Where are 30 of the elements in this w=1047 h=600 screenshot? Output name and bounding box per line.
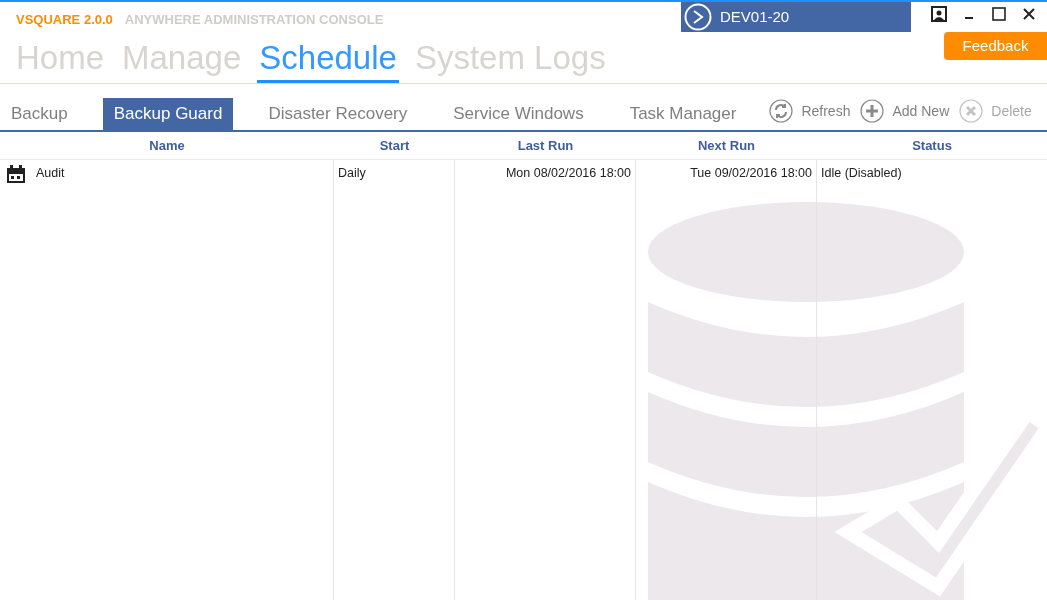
add-button[interactable]: Add New <box>860 99 950 123</box>
sub-tab[interactable]: Task Manager <box>618 98 748 130</box>
column-header[interactable]: Name <box>149 135 185 156</box>
app-brand: VSQUARE 2.0.0 <box>16 11 113 29</box>
maximize-icon[interactable] <box>991 6 1007 22</box>
column-header[interactable]: Last Run <box>517 135 574 156</box>
sub-tab[interactable]: Service Windows <box>442 98 595 130</box>
table-cell-text: Audit <box>36 165 65 182</box>
table-cell-text: Mon 08/02/2016 18:00 <box>505 165 631 182</box>
server-selector[interactable]: DEV01-20 <box>681 2 911 32</box>
nav-tab[interactable]: Schedule <box>257 36 399 83</box>
table-cell-text: Idle (Disabled) <box>821 165 902 182</box>
user-icon[interactable] <box>931 6 947 22</box>
feedback-button[interactable]: Feedback <box>944 32 1047 60</box>
sub-tab[interactable]: Backup <box>0 98 79 130</box>
refresh-icon <box>769 99 794 123</box>
column-header[interactable]: Start <box>379 135 410 156</box>
close-icon[interactable] <box>1021 6 1037 22</box>
chevron-circle-icon <box>684 3 712 31</box>
table-cell-text: Tue 09/02/2016 18:00 <box>690 165 812 182</box>
table-cell-text: Daily <box>338 165 366 182</box>
delete-icon <box>959 99 984 123</box>
server-name: DEV01-20 <box>720 6 790 27</box>
column-header[interactable]: Next Run <box>697 135 756 156</box>
refresh-button[interactable]: Refresh <box>769 99 851 123</box>
sub-tab[interactable]: Backup Guard <box>102 98 234 130</box>
calendar-icon <box>6 164 26 184</box>
add-icon <box>860 99 885 123</box>
column-header[interactable]: Status <box>912 135 952 156</box>
sub-tab[interactable]: Disaster Recovery <box>257 98 419 130</box>
